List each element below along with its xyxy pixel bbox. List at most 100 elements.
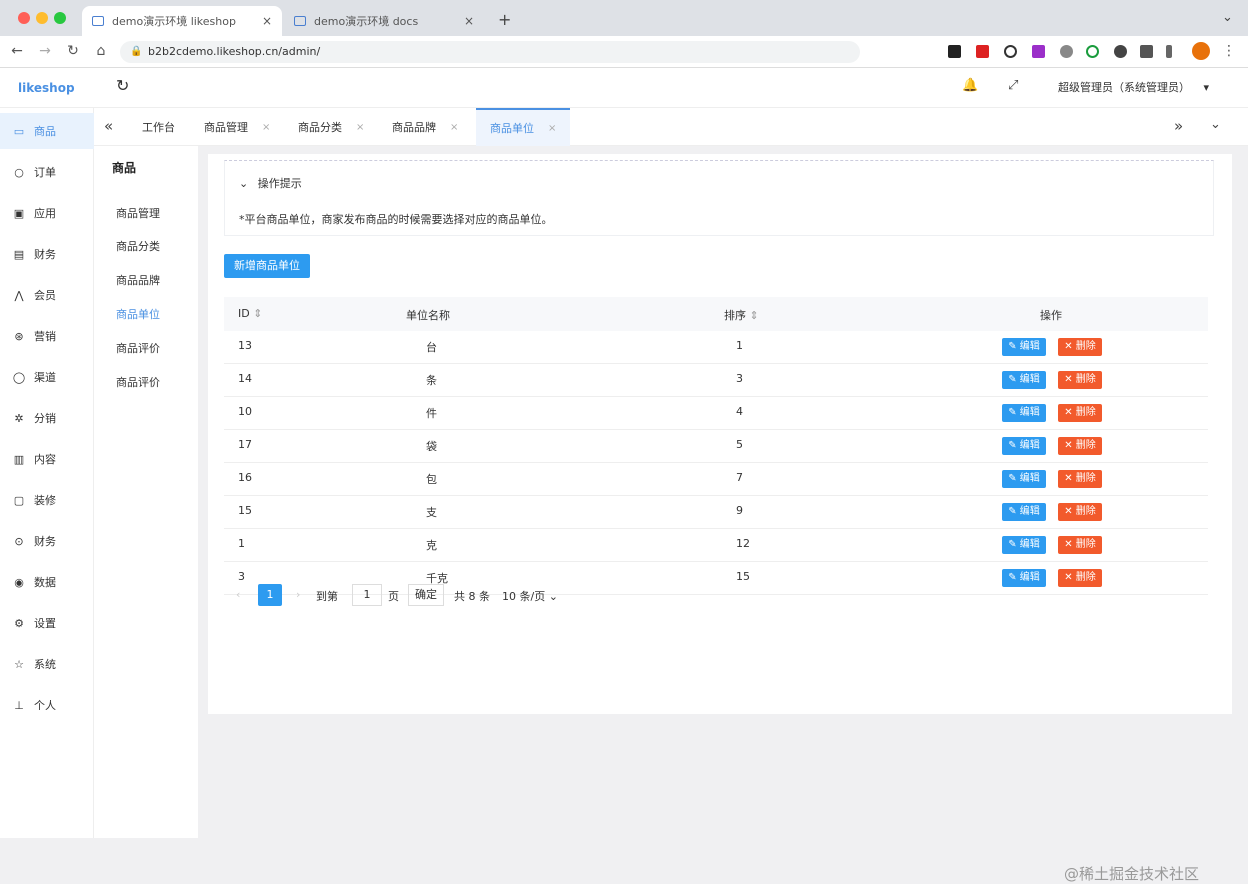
delete-button[interactable]: ✕ 删除: [1058, 404, 1102, 422]
edit-button[interactable]: ✎ 编辑: [1002, 569, 1046, 587]
edit-button[interactable]: ✎ 编辑: [1002, 371, 1046, 389]
close-window-dot[interactable]: [18, 12, 30, 24]
sub-item-goods-manage[interactable]: 商品管理: [116, 205, 160, 221]
page-number-input[interactable]: 1: [352, 584, 382, 606]
sidebar-item-settings[interactable]: ⚙ 设置: [0, 605, 94, 641]
extension-icon[interactable]: [948, 45, 961, 58]
fullscreen-icon[interactable]: ⤢: [1008, 78, 1018, 93]
table-row: 14 条 3 ✎ 编辑 ✕ 删除: [224, 364, 1208, 397]
sidebar-item-label: 财务: [34, 535, 56, 548]
prev-page-button[interactable]: ‹: [236, 588, 240, 601]
delete-button[interactable]: ✕ 删除: [1058, 338, 1102, 356]
more-menu-icon[interactable]: ⋮: [1222, 43, 1236, 59]
edit-button[interactable]: ✎ 编辑: [1002, 404, 1046, 422]
sort-icon[interactable]: ⇕: [750, 309, 759, 322]
edit-button[interactable]: ✎ 编辑: [1002, 503, 1046, 521]
tab-goods-category[interactable]: 商品分类 ×: [284, 108, 378, 146]
sidebar-item-data[interactable]: ◉ 数据: [0, 564, 94, 600]
browser-tab-2[interactable]: demo演示环境 docs ×: [284, 6, 484, 36]
tab-label: 商品管理: [204, 121, 248, 134]
extension-icon[interactable]: [1060, 45, 1073, 58]
extension-icon[interactable]: [1114, 45, 1127, 58]
close-tab-icon[interactable]: ×: [464, 14, 474, 28]
sidebar-icon[interactable]: [1166, 45, 1172, 58]
extension-icon[interactable]: [1032, 45, 1045, 58]
sidebar-item-content[interactable]: ▥ 内容: [0, 441, 94, 477]
delete-button[interactable]: ✕ 删除: [1058, 470, 1102, 488]
delete-button[interactable]: ✕ 删除: [1058, 437, 1102, 455]
avatar[interactable]: [1192, 42, 1210, 60]
puzzle-icon[interactable]: [1140, 45, 1153, 58]
sidebar-item-channels[interactable]: ◯ 渠道: [0, 359, 94, 395]
sub-item-goods-unit[interactable]: 商品单位: [116, 306, 160, 322]
delete-button[interactable]: ✕ 删除: [1058, 503, 1102, 521]
scroll-tabs-right-icon[interactable]: »: [1174, 117, 1183, 135]
close-icon[interactable]: ×: [262, 122, 270, 133]
tab-goods-brand[interactable]: 商品品牌 ×: [378, 108, 472, 146]
header-label: 排序: [724, 309, 746, 322]
total-count: 共 8 条: [454, 590, 490, 603]
forward-button[interactable]: →: [36, 43, 54, 59]
home-button[interactable]: ⌂: [92, 43, 110, 59]
tips-header[interactable]: ⌄ 操作提示: [239, 175, 302, 191]
edit-button[interactable]: ✎ 编辑: [1002, 437, 1046, 455]
current-page-button[interactable]: 1: [258, 584, 282, 606]
sidebar-item-finance-2[interactable]: ⊙ 财务: [0, 523, 94, 559]
confirm-button[interactable]: 确定: [408, 584, 444, 606]
sidebar-item-orders[interactable]: ○ 订单: [0, 154, 94, 190]
edit-button[interactable]: ✎ 编辑: [1002, 470, 1046, 488]
sub-item-goods-category[interactable]: 商品分类: [116, 238, 160, 254]
sidebar-item-decoration[interactable]: ▢ 装修: [0, 482, 94, 518]
goods-icon: ▭: [13, 124, 25, 138]
maximize-window-dot[interactable]: [54, 12, 66, 24]
tab-workbench[interactable]: 工作台: [128, 108, 189, 146]
add-unit-button[interactable]: 新增商品单位: [224, 254, 310, 278]
sort-icon[interactable]: ⇕: [253, 307, 262, 320]
reload-button[interactable]: ↻: [64, 43, 82, 59]
extension-icon[interactable]: [1086, 45, 1099, 58]
back-button[interactable]: ←: [8, 43, 26, 59]
refresh-icon[interactable]: ↻: [116, 76, 129, 95]
minimize-window-dot[interactable]: [36, 12, 48, 24]
extension-icon[interactable]: [1004, 45, 1017, 58]
close-tab-icon[interactable]: ×: [262, 14, 272, 28]
sidebar-item-finance[interactable]: ▤ 财务: [0, 236, 94, 272]
tab-goods-manage[interactable]: 商品管理 ×: [190, 108, 284, 146]
tabs-more-chevron-icon[interactable]: ⌄: [1210, 117, 1221, 132]
sidebar-item-distribution[interactable]: ✲ 分销: [0, 400, 94, 436]
admin-user-menu[interactable]: 超级管理员（系统管理员） ▾: [1058, 79, 1209, 95]
close-icon[interactable]: ×: [356, 122, 364, 133]
cell-name: 条: [426, 374, 437, 387]
sidebar-item-personal[interactable]: ⊥ 个人: [0, 687, 94, 723]
bell-icon[interactable]: 🔔: [962, 78, 978, 93]
sidebar-item-goods[interactable]: ▭ 商品: [0, 113, 94, 149]
close-icon[interactable]: ×: [548, 123, 556, 134]
next-page-button[interactable]: ›: [296, 588, 300, 601]
delete-button[interactable]: ✕ 删除: [1058, 536, 1102, 554]
collapse-sidebar-icon[interactable]: «: [104, 117, 113, 135]
close-icon[interactable]: ×: [450, 122, 458, 133]
sidebar-item-marketing[interactable]: ⊛ 营销: [0, 318, 94, 354]
sub-item-goods-review[interactable]: 商品评价: [116, 340, 160, 356]
delete-button[interactable]: ✕ 删除: [1058, 371, 1102, 389]
new-tab-button[interactable]: +: [498, 10, 511, 29]
extension-icon[interactable]: [976, 45, 989, 58]
page-size-select[interactable]: 10 条/页 ⌄: [502, 588, 558, 604]
edit-button[interactable]: ✎ 编辑: [1002, 536, 1046, 554]
tips-title: 操作提示: [257, 177, 302, 190]
browser-tab-1[interactable]: demo演示环境 likeshop ×: [82, 6, 282, 36]
sub-item-goods-review-2[interactable]: 商品评价: [116, 374, 160, 390]
table-row: 10 件 4 ✎ 编辑 ✕ 删除: [224, 397, 1208, 430]
tab-search-chevron-icon[interactable]: ⌄: [1222, 10, 1233, 25]
cell-name: 袋: [426, 440, 437, 453]
sidebar-item-system[interactable]: ☆ 系统: [0, 646, 94, 682]
tab-goods-unit[interactable]: 商品单位 ×: [476, 108, 571, 146]
channels-icon: ◯: [12, 370, 26, 384]
sidebar-item-members[interactable]: ⋀ 会员: [0, 277, 94, 313]
sub-item-goods-brand[interactable]: 商品品牌: [116, 272, 160, 288]
table-row: 17 袋 5 ✎ 编辑 ✕ 删除: [224, 430, 1208, 463]
sidebar-item-apps[interactable]: ▣ 应用: [0, 195, 94, 231]
edit-button[interactable]: ✎ 编辑: [1002, 338, 1046, 356]
delete-button[interactable]: ✕ 删除: [1058, 569, 1102, 587]
address-bar[interactable]: 🔒 b2b2cdemo.likeshop.cn/admin/: [120, 41, 860, 63]
